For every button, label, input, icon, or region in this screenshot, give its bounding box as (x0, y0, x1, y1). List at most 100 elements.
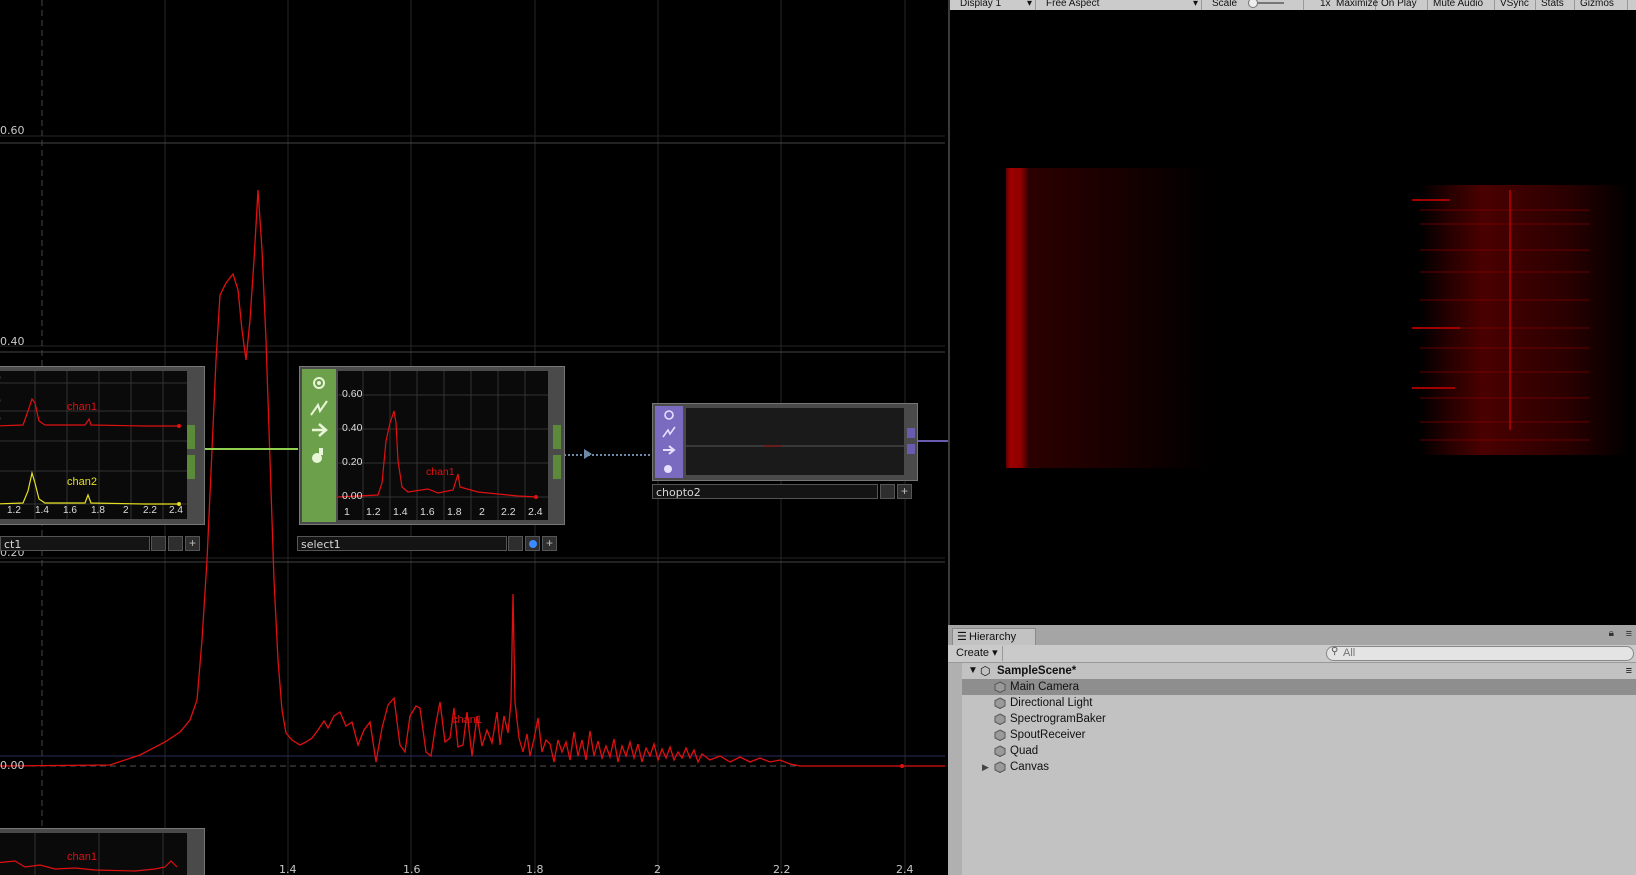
bypass-flag[interactable] (151, 536, 166, 551)
output-port[interactable] (187, 425, 195, 449)
x-tick-label: 1.8 (91, 505, 105, 516)
x-tick-label: 2.4 (896, 863, 914, 875)
x-tick-label: 2 (479, 506, 485, 518)
hierarchy-item-label: Main Camera (1010, 681, 1080, 693)
maximize-on-play-toggle[interactable]: Maximize On Play (1332, 0, 1428, 10)
output-port[interactable] (907, 444, 915, 454)
output-port[interactable] (907, 428, 915, 438)
display-flag[interactable] (168, 536, 183, 551)
hierarchy-panel[interactable]: ☰ Hierarchy 🔒︎ ≡ Create ▾ ⚲ ▼ ⬡ SampleSc… (948, 625, 1636, 875)
scale-slider-thumb[interactable] (1248, 0, 1258, 8)
hierarchy-item-spout-receiver[interactable]: SpoutReceiver (948, 727, 1636, 743)
node-operator-icons (662, 410, 676, 473)
node-viewer (0, 371, 187, 519)
hierarchy-item-label: Canvas (1010, 761, 1049, 773)
scene-row[interactable]: ▼ ⬡ SampleScene* ≡ (948, 663, 1636, 679)
create-label: Create (956, 647, 990, 659)
scene-menu-icon[interactable]: ≡ (1626, 663, 1632, 679)
wire-chopto2-out[interactable] (914, 440, 948, 442)
y-tick-label: 0.00 (0, 759, 25, 772)
gameobject-cube-icon (994, 713, 1006, 725)
gameobject-cube-icon (994, 761, 1006, 773)
y-tick-label: 0.00 (342, 490, 363, 502)
x-tick-label: 1.4 (35, 505, 49, 516)
game-view-toolbar: Display 1 ▾ Free Aspect ▾ Scale 1x Maximiz… (950, 0, 1636, 10)
x-tick-label: 1.4 (279, 863, 297, 875)
x-tick-label: 1.2 (7, 505, 21, 516)
bypass-flag[interactable] (508, 536, 523, 551)
node-plus-icon[interactable]: + (542, 536, 557, 551)
node-name-field[interactable]: chopto2 (652, 484, 878, 499)
output-port[interactable] (553, 455, 561, 479)
x-tick-label: 2.2 (143, 505, 157, 516)
gameobject-cube-icon (994, 697, 1006, 709)
node-name-field[interactable]: ct1 (0, 536, 150, 551)
node-plus-icon[interactable]: + (897, 484, 912, 499)
search-input[interactable] (1343, 647, 1623, 659)
gizmos-toggle[interactable]: Gizmos (1576, 0, 1628, 10)
hierarchy-item-spectrogram-baker[interactable]: SpectrogramBaker (948, 711, 1636, 727)
y-tick-label: 0.60 (0, 124, 25, 137)
chop-node-chopto2[interactable] (652, 403, 918, 481)
x-tick-label: 1.6 (420, 506, 435, 518)
expand-arrow-down-icon[interactable]: ▼ (968, 663, 978, 679)
scale-slider[interactable]: Scale (1208, 0, 1304, 10)
node-plus-icon[interactable]: + (185, 536, 200, 551)
stats-toggle[interactable]: Stats (1537, 0, 1575, 10)
display-dropdown[interactable]: Display 1 ▾ (956, 0, 1036, 10)
create-button[interactable]: Create ▾ (952, 646, 1003, 661)
main-chan1-label: chan1 (452, 714, 482, 726)
output-port[interactable] (187, 455, 195, 479)
x-tick-label: 2.2 (501, 506, 516, 518)
display-label: Display 1 (960, 0, 1002, 9)
list-icon: ☰ (957, 631, 967, 643)
chan1-label: chan1 (426, 466, 455, 478)
hierarchy-tab-bar: ☰ Hierarchy 🔒︎ ≡ (948, 625, 1636, 646)
chop-node-lower[interactable]: chan1 (0, 828, 205, 875)
search-icon: ⚲ (1331, 646, 1339, 657)
hierarchy-tab[interactable]: ☰ Hierarchy (952, 628, 1036, 645)
y-tick-label: 0.20 (342, 456, 363, 468)
dropdown-arrow-icon: ▾ (992, 647, 998, 659)
hierarchy-item-label: Quad (1010, 745, 1039, 757)
search-field[interactable]: ⚲ (1326, 646, 1634, 661)
hierarchy-item-directional-light[interactable]: Directional Light (948, 695, 1636, 711)
x-tick-label: 1 (344, 506, 350, 518)
scale-label: Scale (1212, 0, 1238, 9)
output-port[interactable] (553, 425, 561, 449)
hierarchy-item-label: SpectrogramBaker (1010, 713, 1106, 725)
panel-menu-icon[interactable]: ≡ (1626, 628, 1632, 640)
hierarchy-item-quad[interactable]: Quad (948, 743, 1636, 759)
chan1-label: chan1 (67, 401, 97, 413)
y-tick-label: 0.60 (342, 388, 363, 400)
unity-scene-icon: ⬡ (980, 664, 991, 678)
lock-icon[interactable]: 🔒︎ (1609, 628, 1614, 639)
y-tick-label: 0 (0, 414, 1, 425)
hierarchy-item-canvas[interactable]: ▶ Canvas (948, 759, 1636, 775)
hierarchy-toolbar: Create ▾ ⚲ (948, 645, 1636, 663)
hierarchy-tab-label: Hierarchy (969, 631, 1017, 643)
display-flag-on-icon (529, 540, 537, 548)
node-name-field[interactable]: select1 (297, 536, 507, 551)
wire-select1-to-chopto2[interactable] (556, 454, 654, 456)
game-view[interactable]: Display 1 ▾ Free Aspect ▾ Scale 1x Maximiz… (948, 0, 1636, 625)
scene-name: SampleScene* (997, 665, 1077, 677)
chop-node-ct1[interactable]: 0 0 0 chan1 chan2 1.2 1.4 1.6 1.8 2 2.2 … (0, 366, 205, 525)
chop-network-pane[interactable]: 0.60 0.40 0.20 0.00 1.4 1.6 1.8 2 2.2 2.… (0, 0, 948, 875)
wire-ct1-to-select1[interactable] (204, 448, 298, 450)
vsync-toggle[interactable]: VSync (1496, 0, 1536, 10)
display-flag[interactable] (525, 536, 540, 551)
x-tick-label: 1.4 (393, 506, 408, 518)
chop-node-select1[interactable]: 0.60 0.40 0.20 0.00 chan1 1 1.2 1.4 1.6 … (299, 366, 565, 525)
node-viewer (686, 408, 904, 475)
gameobject-cube-icon (994, 745, 1006, 757)
x-tick-label: 1.6 (403, 863, 421, 875)
aspect-dropdown[interactable]: Free Aspect ▾ (1042, 0, 1202, 10)
gameobject-cube-icon (994, 729, 1006, 741)
display-flag[interactable] (880, 484, 895, 499)
hierarchy-item-main-camera[interactable]: Main Camera (948, 679, 1636, 695)
expand-arrow-right-icon[interactable]: ▶ (982, 759, 989, 775)
node-operator-icons (310, 377, 328, 463)
mute-audio-toggle[interactable]: Mute Audio (1429, 0, 1495, 10)
x-tick-label: 1.6 (63, 505, 77, 516)
